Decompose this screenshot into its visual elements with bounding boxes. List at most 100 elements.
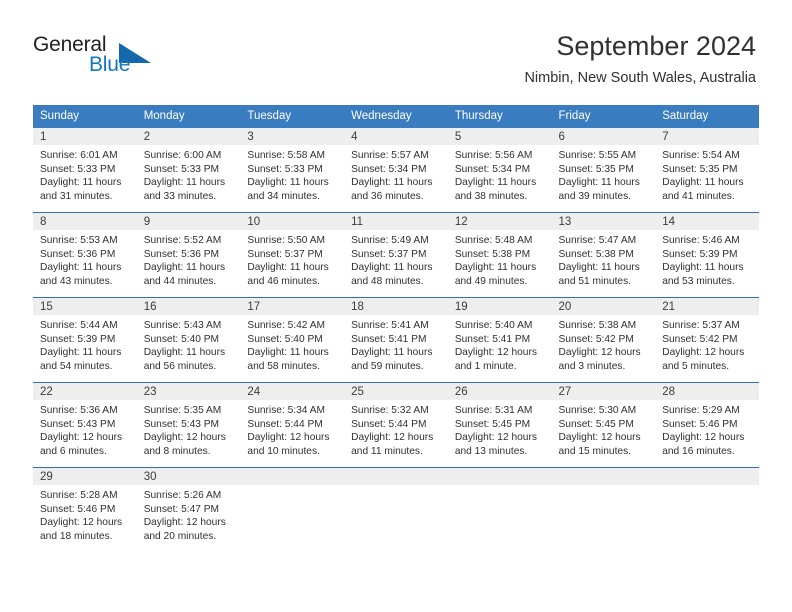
calendar-day-cell[interactable]: 5 Sunrise: 5:56 AM Sunset: 5:34 PM Daylight…: [447, 128, 552, 213]
day-detail-sunset: Sunset: 5:44 PM: [351, 418, 427, 430]
calendar-day-cell[interactable]: 13 Sunrise: 5:47 AM Sunset: 5:38 PM Dayligh…: [551, 212, 656, 298]
day-detail-sunrise: Sunrise: 5:28 AM: [40, 490, 118, 501]
day-number: 7: [655, 128, 759, 145]
calendar-day-cell[interactable]: 11 Sunrise: 5:49 AM Sunset: 5:37 PM Dayligh…: [344, 212, 448, 298]
calendar-day-cell[interactable]: 17 Sunrise: 5:42 AM Sunset: 5:40 PM Dayligh…: [240, 297, 345, 383]
day-details: Sunrise: 5:48 AM Sunset: 5:38 PM Daylight:…: [448, 230, 552, 288]
day-number: 28: [655, 383, 759, 400]
day-cell-inner: 13 Sunrise: 5:47 AM Sunset: 5:38 PM Dayligh…: [551, 213, 656, 297]
day-detail-sunset: Sunset: 5:46 PM: [662, 418, 738, 430]
page-header: General Blue September 2024 Nimbin, New …: [0, 0, 792, 100]
day-cell-inner: 20 Sunrise: 5:38 AM Sunset: 5:42 PM Dayligh…: [551, 298, 656, 382]
day-detail-daylight-line1: Daylight: 12 hours: [454, 432, 537, 444]
calendar-day-cell[interactable]: 22 Sunrise: 5:36 AM Sunset: 5:43 PM Dayligh…: [33, 382, 137, 468]
calendar-day-cell[interactable]: 3 Sunrise: 5:58 AM Sunset: 5:33 PM Daylight…: [240, 128, 345, 213]
day-detail-daylight-line2: and 8 minutes.: [143, 445, 211, 457]
day-detail-sunrise: Sunrise: 5:29 AM: [662, 405, 740, 416]
calendar-day-cell[interactable]: 18 Sunrise: 5:41 AM Sunset: 5:41 PM Dayligh…: [344, 297, 448, 383]
day-detail-daylight-line2: and 41 minutes.: [662, 190, 735, 202]
calendar-day-cell[interactable]: 23 Sunrise: 5:35 AM Sunset: 5:43 PM Dayligh…: [136, 382, 241, 468]
calendar-day-cell[interactable]: 16 Sunrise: 5:43 AM Sunset: 5:40 PM Dayligh…: [136, 297, 241, 383]
sunrise-sunset-calendar: Sunday Monday Tuesday Wednesday Thursday…: [33, 105, 759, 552]
calendar-day-cell[interactable]: 1 Sunrise: 6:01 AM Sunset: 5:33 PM Daylight…: [33, 128, 137, 213]
day-detail-sunset: Sunset: 5:35 PM: [662, 163, 738, 175]
day-details: [344, 485, 448, 489]
day-number: [240, 468, 345, 485]
calendar-week-row: 22 Sunrise: 5:36 AM Sunset: 5:43 PM Dayligh…: [33, 382, 759, 468]
day-detail-daylight-line1: Daylight: 12 hours: [558, 432, 641, 444]
day-number: 14: [655, 213, 759, 230]
day-detail-sunrise: Sunrise: 5:50 AM: [247, 235, 325, 246]
day-cell-inner: 15 Sunrise: 5:44 AM Sunset: 5:39 PM Dayligh…: [33, 298, 137, 382]
day-number: 4: [344, 128, 448, 145]
day-details: Sunrise: 5:46 AM Sunset: 5:39 PM Daylight:…: [655, 230, 759, 288]
day-cell-inner: 22 Sunrise: 5:36 AM Sunset: 5:43 PM Dayligh…: [33, 383, 137, 467]
calendar-day-cell[interactable]: 10 Sunrise: 5:50 AM Sunset: 5:37 PM Dayligh…: [240, 212, 345, 298]
day-details: Sunrise: 5:49 AM Sunset: 5:37 PM Daylight:…: [344, 230, 448, 288]
calendar-day-cell[interactable]: 4 Sunrise: 5:57 AM Sunset: 5:34 PM Daylight…: [344, 128, 448, 213]
calendar-day-cell[interactable]: 20 Sunrise: 5:38 AM Sunset: 5:42 PM Dayligh…: [551, 297, 656, 383]
calendar-day-cell[interactable]: 7 Sunrise: 5:54 AM Sunset: 5:35 PM Daylight…: [655, 128, 759, 213]
day-detail-sunrise: Sunrise: 5:56 AM: [454, 150, 533, 161]
day-details: Sunrise: 5:35 AM Sunset: 5:43 PM Daylight:…: [137, 400, 241, 458]
calendar-day-cell[interactable]: 25 Sunrise: 5:32 AM Sunset: 5:44 PM Dayligh…: [344, 382, 448, 468]
day-detail-daylight-line2: and 54 minutes.: [40, 360, 113, 372]
day-number: 15: [33, 298, 137, 315]
day-number: 17: [240, 298, 345, 315]
day-detail-daylight-line1: Daylight: 11 hours: [40, 177, 122, 189]
day-cell-inner: 18 Sunrise: 5:41 AM Sunset: 5:41 PM Dayligh…: [344, 298, 448, 382]
calendar-day-cell[interactable]: 2 Sunrise: 6:00 AM Sunset: 5:33 PM Daylight…: [136, 128, 241, 213]
calendar-day-cell[interactable]: 15 Sunrise: 5:44 AM Sunset: 5:39 PM Dayligh…: [33, 297, 137, 383]
day-detail-daylight-line2: and 3 minutes.: [558, 360, 626, 372]
calendar-day-cell[interactable]: 14 Sunrise: 5:46 AM Sunset: 5:39 PM Dayligh…: [655, 212, 759, 298]
day-number: [344, 468, 448, 485]
calendar-day-cell[interactable]: 6 Sunrise: 5:55 AM Sunset: 5:35 PM Daylight…: [551, 128, 656, 213]
day-detail-daylight-line2: and 6 minutes.: [40, 445, 107, 457]
weekday-header-friday: Friday: [551, 105, 656, 128]
calendar-day-cell[interactable]: 27 Sunrise: 5:30 AM Sunset: 5:45 PM Dayligh…: [551, 382, 656, 468]
day-number: 30: [136, 468, 241, 485]
day-details: Sunrise: 5:50 AM Sunset: 5:37 PM Daylight:…: [240, 230, 344, 288]
day-number: 6: [551, 128, 656, 145]
day-detail-daylight-line1: Daylight: 12 hours: [247, 432, 330, 444]
day-details: Sunrise: 5:37 AM Sunset: 5:42 PM Daylight:…: [655, 315, 759, 373]
day-detail-daylight-line2: and 5 minutes.: [662, 360, 730, 372]
day-detail-daylight-line2: and 59 minutes.: [351, 360, 424, 372]
day-number: 21: [655, 298, 759, 315]
calendar-day-cell[interactable]: 19 Sunrise: 5:40 AM Sunset: 5:41 PM Dayligh…: [447, 297, 552, 383]
day-detail-daylight-line2: and 15 minutes.: [558, 445, 632, 457]
calendar-day-cell[interactable]: 9 Sunrise: 5:52 AM Sunset: 5:36 PM Daylight…: [136, 212, 241, 298]
day-details: Sunrise: 5:41 AM Sunset: 5:41 PM Daylight:…: [344, 315, 448, 373]
day-cell-inner: [551, 468, 656, 552]
day-detail-daylight-line2: and 48 minutes.: [351, 275, 424, 287]
day-detail-sunrise: Sunrise: 5:43 AM: [143, 320, 222, 331]
day-detail-sunset: Sunset: 5:36 PM: [40, 248, 116, 260]
day-detail-sunrise: Sunrise: 5:35 AM: [143, 405, 222, 416]
calendar-day-cell[interactable]: 29 Sunrise: 5:28 AM Sunset: 5:46 PM Dayligh…: [33, 467, 137, 552]
day-detail-sunrise: Sunrise: 5:44 AM: [40, 320, 118, 331]
day-detail-sunset: Sunset: 5:41 PM: [351, 333, 427, 345]
calendar-day-cell[interactable]: 30 Sunrise: 5:26 AM Sunset: 5:47 PM Dayligh…: [136, 467, 241, 552]
day-detail-sunrise: Sunrise: 5:58 AM: [247, 150, 325, 161]
day-details: Sunrise: 6:00 AM Sunset: 5:33 PM Daylight:…: [137, 145, 241, 203]
day-number: 22: [33, 383, 137, 400]
calendar-day-cell[interactable]: 8 Sunrise: 5:53 AM Sunset: 5:36 PM Daylight…: [33, 212, 137, 298]
general-blue-logo[interactable]: General Blue: [33, 33, 163, 79]
day-detail-daylight-line2: and 44 minutes.: [143, 275, 217, 287]
day-detail-sunrise: Sunrise: 5:32 AM: [351, 405, 429, 416]
day-detail-daylight-line2: and 46 minutes.: [247, 275, 320, 287]
day-detail-daylight-line1: Daylight: 11 hours: [558, 262, 640, 274]
calendar-day-cell[interactable]: 21 Sunrise: 5:37 AM Sunset: 5:42 PM Dayligh…: [655, 297, 759, 383]
location-subtitle: Nimbin, New South Wales, Australia: [524, 70, 756, 86]
day-detail-daylight-line1: Daylight: 12 hours: [40, 517, 123, 529]
day-detail-sunset: Sunset: 5:45 PM: [558, 418, 634, 430]
day-detail-daylight-line2: and 43 minutes.: [40, 275, 113, 287]
calendar-day-cell[interactable]: 26 Sunrise: 5:31 AM Sunset: 5:45 PM Dayligh…: [447, 382, 552, 468]
day-detail-daylight-line2: and 58 minutes.: [247, 360, 320, 372]
calendar-day-cell[interactable]: 28 Sunrise: 5:29 AM Sunset: 5:46 PM Dayligh…: [655, 382, 759, 468]
day-cell-inner: 27 Sunrise: 5:30 AM Sunset: 5:45 PM Dayligh…: [551, 383, 656, 467]
calendar-day-cell[interactable]: 24 Sunrise: 5:34 AM Sunset: 5:44 PM Dayligh…: [240, 382, 345, 468]
day-detail-daylight-line2: and 51 minutes.: [558, 275, 632, 287]
calendar-day-cell[interactable]: 12 Sunrise: 5:48 AM Sunset: 5:38 PM Dayligh…: [447, 212, 552, 298]
day-detail-daylight-line1: Daylight: 11 hours: [143, 347, 226, 359]
